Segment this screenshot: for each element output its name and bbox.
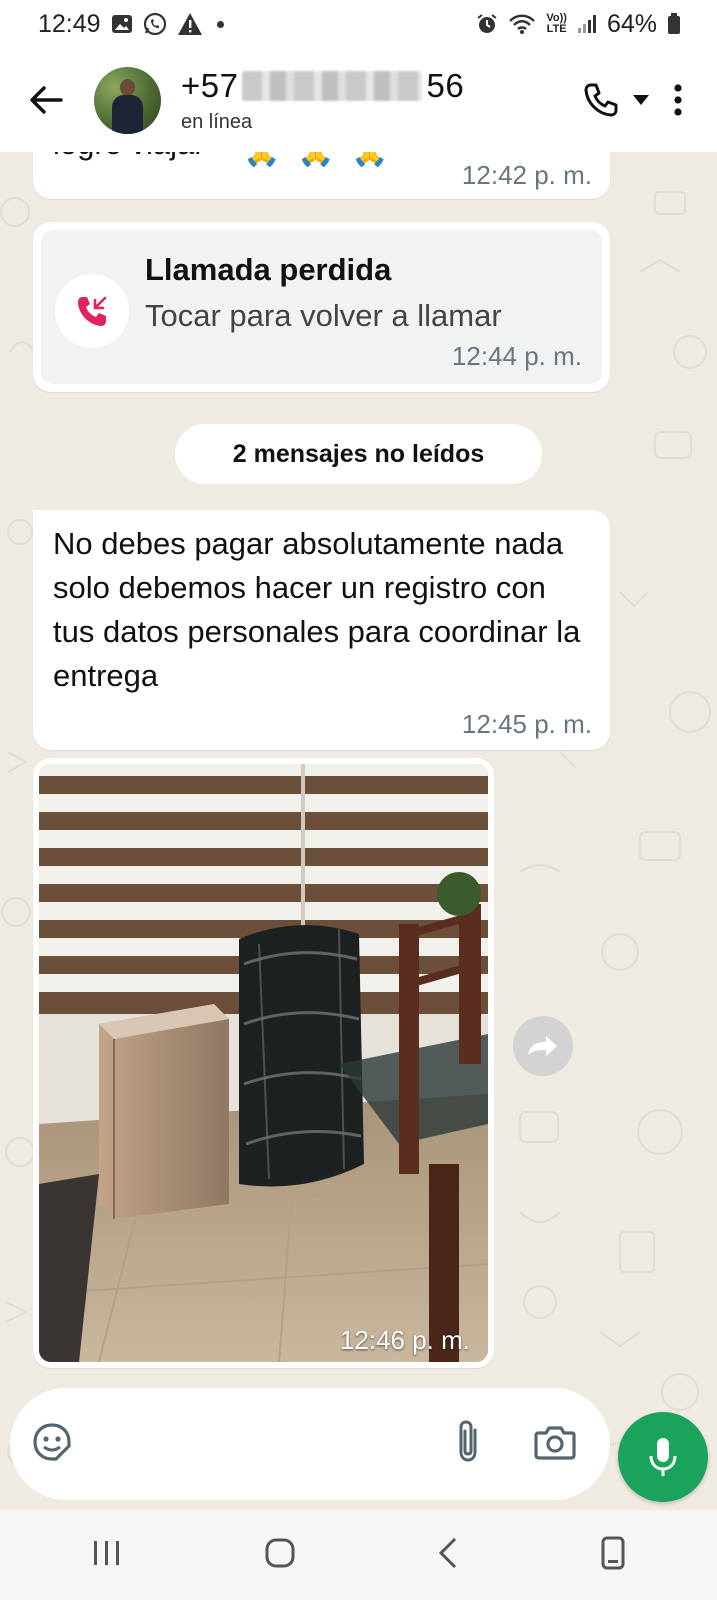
gallery-notification-icon [111,13,133,35]
missed-call-title: Llamada perdida [145,252,392,287]
missed-call-icon [55,274,129,348]
phone-screen-icon [601,1536,625,1569]
forward-button[interactable] [513,1016,573,1076]
praying-hands-emoji: 🙏 [351,152,388,169]
voice-call-button[interactable] [583,82,649,118]
message-bubble[interactable]: logro viajar 🙏 🙏 🙏 12:42 p. m. [33,152,610,199]
nav-back-button[interactable] [438,1537,458,1574]
battery-icon [667,13,681,35]
missed-call-message[interactable]: Llamada perdida Tocar para volver a llam… [33,222,610,392]
recent-apps-icon [93,1540,119,1565]
battery-percent: 64% [606,9,657,38]
chat-area[interactable]: logro viajar 🙏 🙏 🙏 12:42 p. m. Llamada p… [0,152,717,1510]
redacted-number [242,70,423,101]
sticker-icon [33,1423,71,1461]
more-options-button[interactable] [663,84,693,116]
contact-status: en línea [181,110,253,133]
message-bubble[interactable]: No debes pagar absolutamente nada solo d… [33,510,610,750]
photo-luggage-image [39,764,488,1362]
forward-icon [528,1036,557,1056]
back-button[interactable] [26,80,66,120]
signal-icon [577,14,597,34]
message-text: logro viajar [53,152,205,162]
volte-icon: Vo)) LTE [546,12,567,35]
wifi-icon [508,13,536,35]
system-navigation-bar [0,1510,717,1600]
contact-avatar[interactable] [94,66,161,134]
more-vertical-icon [674,84,682,116]
camera-button[interactable] [534,1424,576,1465]
message-time: 12:46 p. m. [339,1325,470,1355]
chevron-left-icon [439,1537,457,1568]
contact-info[interactable]: +57 56 en línea [181,67,464,134]
missed-call-subtitle: Tocar para volver a llamar [145,298,502,333]
chevron-down-icon [633,95,649,105]
attach-button[interactable] [456,1418,480,1469]
status-bar: 12:49 Vo)) LTE 64% [0,0,717,48]
recent-apps-button[interactable] [92,1539,122,1572]
message-time: 12:42 p. m. [461,160,592,190]
whatsapp-notification-icon [143,12,167,36]
contact-name: +57 56 [181,66,465,104]
sticker-button[interactable] [32,1422,72,1467]
unread-messages-banner: 2 mensajes no leídos [175,424,542,484]
message-time: 12:45 p. m. [461,709,592,739]
microphone-icon [649,1438,677,1476]
clock: 12:49 [38,9,101,38]
message-text: No debes pagar absolutamente nada solo d… [53,526,581,693]
camera-icon [534,1426,576,1460]
chat-header: +57 56 en línea [0,48,717,152]
warning-icon [177,12,203,36]
home-button[interactable] [265,1538,295,1573]
phone-icon [584,83,618,117]
praying-hands-emoji: 🙏 [243,152,280,169]
paperclip-icon [459,1420,477,1462]
message-input-bar[interactable] [10,1388,610,1500]
message-time: 12:44 p. m. [451,341,582,371]
more-notifications-dot [216,20,224,28]
arrow-left-icon [30,86,63,114]
message-photo[interactable] [39,764,488,1362]
image-message[interactable]: 12:46 p. m. [33,758,494,1368]
keyboard-toggle-button[interactable] [601,1536,625,1575]
voice-message-button[interactable] [618,1412,708,1502]
home-icon [265,1538,295,1567]
praying-hands-emoji: 🙏 [297,152,334,169]
alarm-icon [476,13,498,35]
